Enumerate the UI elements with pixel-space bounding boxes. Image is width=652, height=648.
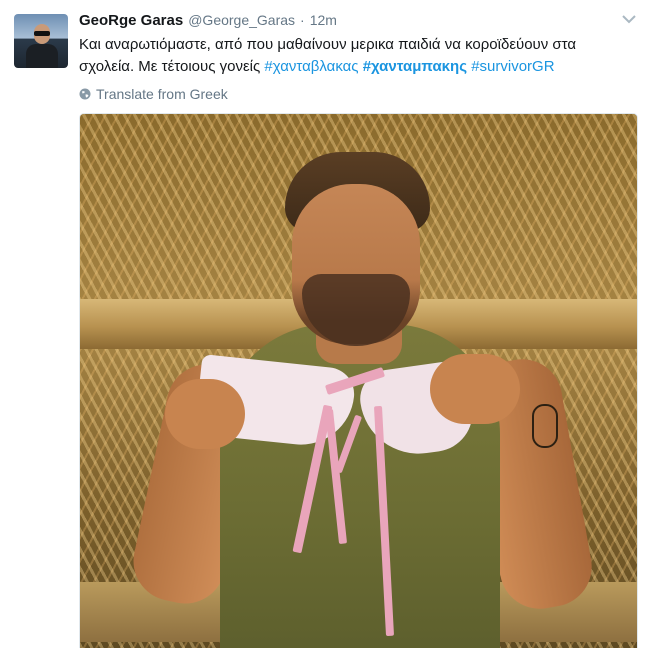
timestamp[interactable]: 12m <box>310 12 337 28</box>
left-hand <box>165 379 245 449</box>
translate-label: Translate from Greek <box>96 86 228 102</box>
hashtag-link[interactable]: #survivorGR <box>471 58 554 75</box>
globe-icon <box>79 88 91 100</box>
tweet-text-line1: Και αναρωτιόμαστε, από που μαθαίνουν μερ… <box>79 36 577 53</box>
tweet-header: GeoRge Garas @George_Garas · 12m <box>79 12 337 32</box>
avatar[interactable] <box>14 14 68 68</box>
bracelet <box>532 404 558 448</box>
separator-dot: · <box>300 12 305 28</box>
author-name[interactable]: GeoRge Garas <box>79 12 183 29</box>
avatar-torso <box>26 44 58 68</box>
translate-link[interactable]: Translate from Greek <box>79 85 228 103</box>
tweet: GeoRge Garas @George_Garas · 12m Και ανα… <box>0 0 652 648</box>
tweet-text: Και αναρωτιόμαστε, από που μαθαίνουν μερ… <box>79 34 619 78</box>
avatar-sunglasses <box>34 31 50 36</box>
tweet-media-photo[interactable] <box>79 113 638 648</box>
hashtag-link[interactable]: #χανταμπακης <box>363 58 467 75</box>
tweet-text-line2: σχολεία. Με τέτοιους γονείς <box>79 58 265 75</box>
right-hand <box>430 354 520 424</box>
author-handle[interactable]: @George_Garas <box>188 12 295 28</box>
chevron-down-icon[interactable] <box>622 14 636 24</box>
hashtag-link[interactable]: #χανταβλακας <box>264 58 358 75</box>
